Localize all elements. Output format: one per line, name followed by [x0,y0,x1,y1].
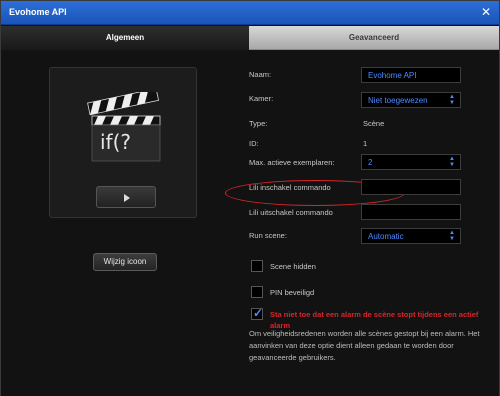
select-arrows-icon: ▲ ▼ [449,230,455,242]
run-scene-select[interactable]: Automatic ▲ ▼ [361,228,461,244]
scene-icon-text: if(? [100,130,132,154]
type-label: Type: [249,119,268,128]
alarm-note: Om veiligheidsredenen worden alle scènes… [249,329,480,362]
tab-bar: Algemeen Geavanceerd [1,26,499,50]
pin-protected-checkbox[interactable] [251,286,263,298]
room-label: Kamer: [249,94,274,103]
close-icon[interactable]: ✕ [481,5,491,19]
window-title: Evohome API [9,7,67,17]
name-input[interactable]: Evohome API [361,67,461,83]
max-instances-select[interactable]: 2 ▲ ▼ [361,154,461,170]
max-instances-label: Max. actieve exemplaren: [249,158,335,167]
lili-off-input[interactable] [361,204,461,220]
room-select-value: Niet toegewezen [368,96,428,105]
scene-hidden-checkbox[interactable] [251,260,263,272]
tab-content: if(? Wijzig icoon Naam: Evohome API Kame… [1,50,499,396]
pin-protected-label: PIN beveiligd [270,288,315,297]
tab-geavanceerd[interactable]: Geavanceerd [249,26,499,50]
run-scene-label: Run scene: [249,231,287,240]
titlebar: Evohome API ✕ [1,1,499,25]
name-label: Naam: [249,70,272,79]
scene-hidden-label: Scene hidden [270,262,316,271]
dialog-window: Evohome API ✕ Algemeen Geavanceerd if(? … [0,0,500,396]
change-icon-button[interactable]: Wijzig icoon [93,253,157,271]
checkmark-icon: ✓ [253,306,264,320]
play-button[interactable] [96,186,156,208]
room-select[interactable]: Niet toegewezen ▲ ▼ [361,92,461,108]
type-value: Scène [363,119,385,128]
lili-off-label: Lili uitschakel commando [249,208,333,217]
select-arrows-icon: ▲ ▼ [449,94,455,106]
run-scene-value: Automatic [368,232,404,241]
alarm-override-checkbox[interactable]: ✓ [251,306,264,320]
scene-icon-frame: if(? [49,67,197,218]
id-label: ID: [249,139,259,148]
select-arrows-icon: ▲ ▼ [449,156,455,168]
max-instances-value: 2 [368,158,373,167]
lili-on-input[interactable] [361,179,461,195]
tab-algemeen[interactable]: Algemeen [1,26,249,50]
play-icon [124,194,130,202]
id-value: 1 [363,139,368,148]
lili-on-label: Lili inschakel commando [249,183,331,192]
